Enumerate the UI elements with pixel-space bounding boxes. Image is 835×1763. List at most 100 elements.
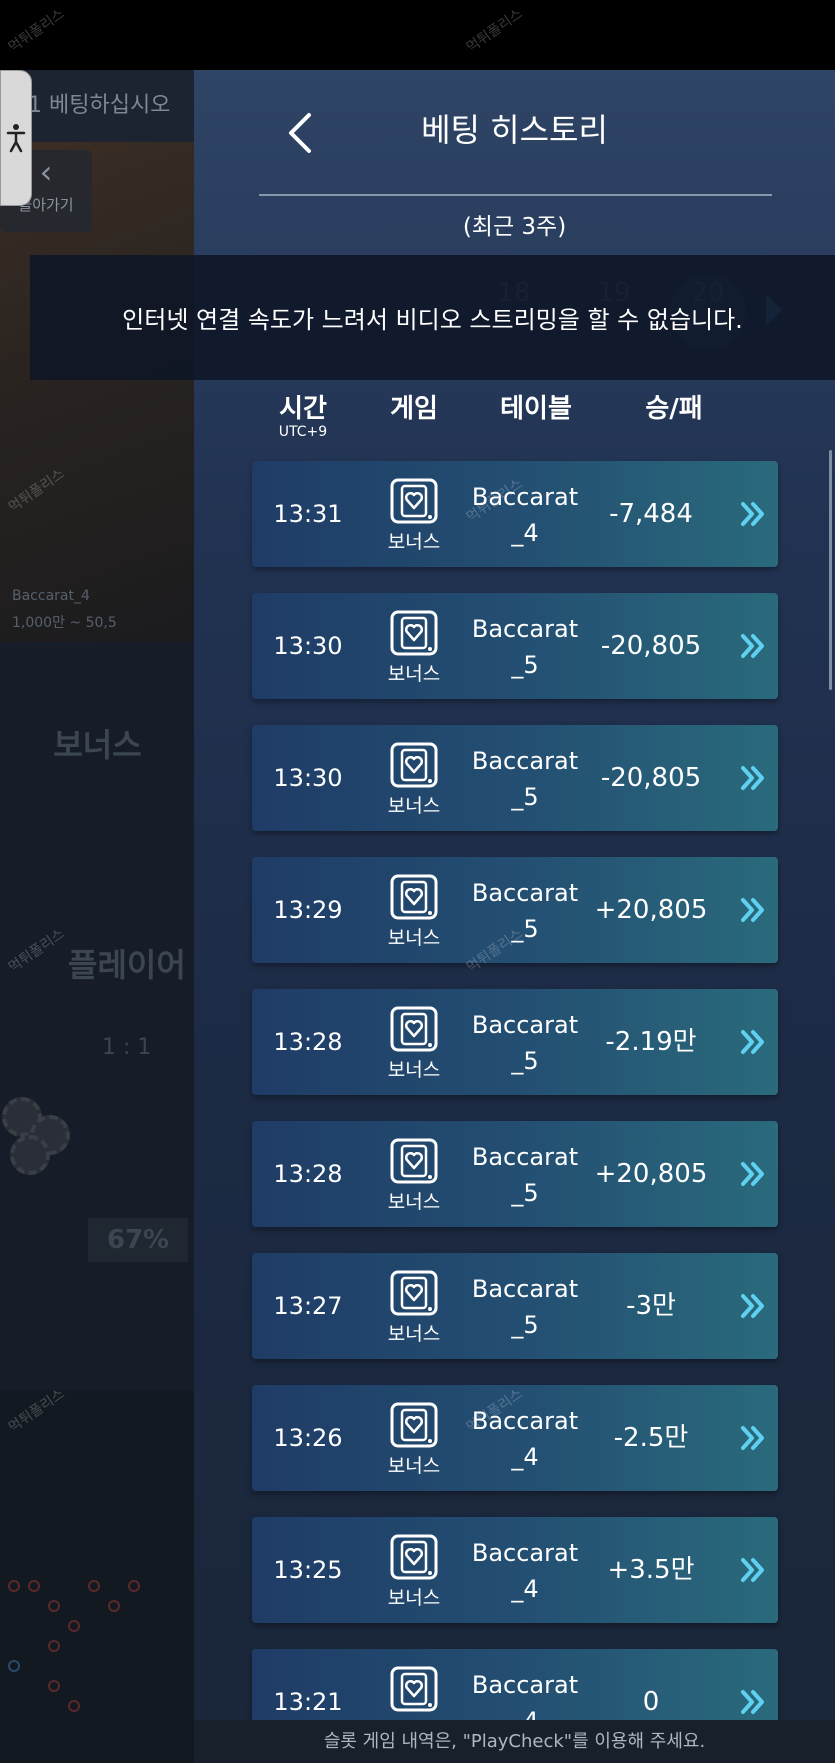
row-table: Baccarat _5 xyxy=(464,611,586,683)
scrollbar[interactable] xyxy=(829,450,832,690)
double-chevron-right-icon[interactable] xyxy=(740,633,766,659)
card-heart-icon xyxy=(390,1138,438,1184)
row-table-number: _4 xyxy=(511,1575,539,1603)
row-game-label: 보너스 xyxy=(387,1323,441,1345)
row-time: 13:28 xyxy=(273,1028,343,1056)
bet-area-player: 플레이어 xyxy=(68,946,186,984)
double-chevron-right-icon[interactable] xyxy=(740,1293,766,1319)
connection-toast: 인터넷 연결 속도가 느려서 비디오 스트리밍을 할 수 없습니다. xyxy=(30,255,835,380)
row-game-label: 보너스 xyxy=(387,663,441,685)
row-table: Baccarat _5 xyxy=(464,875,586,947)
row-time: 13:29 xyxy=(273,896,343,924)
row-result: -2.19만 xyxy=(605,1027,697,1057)
row-table-name: Baccarat xyxy=(471,615,579,643)
card-heart-icon xyxy=(390,1402,438,1448)
row-table-name: Baccarat xyxy=(471,879,579,907)
bet-area-bonus: 보너스 xyxy=(53,726,142,764)
row-time: 13:31 xyxy=(273,500,343,528)
panel-title: 베팅 히스토리 xyxy=(421,111,608,149)
row-table-number: _4 xyxy=(511,1443,539,1471)
column-time: 시간 xyxy=(279,394,327,424)
row-table-number: _5 xyxy=(511,651,539,679)
row-game-label: 보너스 xyxy=(387,1191,441,1213)
row-game-label: 보너스 xyxy=(387,927,441,949)
row-table: Baccarat _5 xyxy=(464,1139,586,1211)
row-result: -20,805 xyxy=(600,763,702,793)
row-table-number: _5 xyxy=(511,1311,539,1339)
card-heart-icon xyxy=(390,1666,438,1712)
row-result: -7,484 xyxy=(609,499,693,529)
row-game: 보너스 xyxy=(364,477,464,554)
row-table: Baccarat _5 xyxy=(464,1271,586,1343)
row-result: -20,805 xyxy=(600,631,702,661)
row-game-label: 보너스 xyxy=(387,1455,441,1477)
accessibility-tab[interactable] xyxy=(0,70,32,206)
history-row[interactable]: 13:30 보너스 Baccarat _5 -20,805 xyxy=(252,593,778,699)
bet-percent: 67% xyxy=(88,1218,188,1262)
row-result: -2.5만 xyxy=(613,1423,689,1453)
history-row[interactable]: 13:30 보너스 Baccarat _5 -20,805 xyxy=(252,725,778,831)
row-time: 13:25 xyxy=(273,1556,343,1584)
double-chevron-right-icon[interactable] xyxy=(740,1161,766,1187)
double-chevron-right-icon[interactable] xyxy=(740,765,766,791)
card-heart-icon xyxy=(390,610,438,656)
row-result: +20,805 xyxy=(594,1159,708,1189)
row-result: -3만 xyxy=(626,1291,676,1321)
row-game-label: 보너스 xyxy=(387,795,441,817)
row-table-name: Baccarat xyxy=(471,747,579,775)
history-row[interactable]: 13:28 보너스 Baccarat _5 +20,805 xyxy=(252,1121,778,1227)
row-table-number: _5 xyxy=(511,1179,539,1207)
bead-road xyxy=(0,1390,200,1763)
column-table: 테이블 xyxy=(500,394,572,424)
history-row[interactable]: 13:27 보너스 Baccarat _5 -3만 xyxy=(252,1253,778,1359)
watermark: 먹튀폴리스 xyxy=(5,5,68,56)
card-heart-icon xyxy=(390,1534,438,1580)
period-subtitle: (최근 3주) xyxy=(462,214,567,240)
row-time: 13:30 xyxy=(273,632,343,660)
row-table-name: Baccarat xyxy=(471,1539,579,1567)
row-time: 13:30 xyxy=(273,764,343,792)
double-chevron-right-icon[interactable] xyxy=(740,1557,766,1583)
row-table: Baccarat _5 xyxy=(464,743,586,815)
double-chevron-right-icon[interactable] xyxy=(740,897,766,923)
game-table-name: Baccarat_4 xyxy=(12,588,90,604)
card-heart-icon xyxy=(390,1006,438,1052)
card-heart-icon xyxy=(390,742,438,788)
row-table-number: _5 xyxy=(511,915,539,943)
accessibility-icon xyxy=(6,124,26,153)
bet-ratio: 1 : 1 xyxy=(102,1035,152,1060)
card-heart-icon xyxy=(390,874,438,920)
double-chevron-right-icon[interactable] xyxy=(740,1425,766,1451)
row-game-label: 보너스 xyxy=(387,1059,441,1081)
history-row[interactable]: 13:25 보너스 Baccarat _4 +3.5만 xyxy=(252,1517,778,1623)
double-chevron-right-icon[interactable] xyxy=(740,501,766,527)
row-time: 13:27 xyxy=(273,1292,343,1320)
row-result: +3.5만 xyxy=(607,1555,695,1585)
row-result: +20,805 xyxy=(594,895,708,925)
double-chevron-right-icon[interactable] xyxy=(740,1689,766,1715)
row-table: Baccarat _5 xyxy=(464,1007,586,1079)
card-heart-icon xyxy=(390,1270,438,1316)
row-time: 13:26 xyxy=(273,1424,343,1452)
row-game-label: 보너스 xyxy=(387,1587,441,1609)
row-table-name: Baccarat xyxy=(471,1011,579,1039)
row-table-name: Baccarat xyxy=(471,1143,579,1171)
column-time-zone: UTC+9 xyxy=(278,424,328,440)
game-table-limit: 1,000만 ~ 50,5 xyxy=(12,615,117,631)
row-game: 보너스 xyxy=(364,1137,464,1214)
double-chevron-right-icon[interactable] xyxy=(740,1029,766,1055)
row-game: 보너스 xyxy=(364,1269,464,1346)
row-game: 보너스 xyxy=(364,609,464,686)
row-table-number: _5 xyxy=(511,1047,539,1075)
history-row[interactable]: 13:28 보너스 Baccarat _5 -2.19만 xyxy=(252,989,778,1095)
row-table-number: _5 xyxy=(511,783,539,811)
column-result: 승/패 xyxy=(645,394,703,424)
toast-message: 인터넷 연결 속도가 느려서 비디오 스트리밍을 할 수 없습니다. xyxy=(122,306,743,334)
app-screen: 11 베팅하십시오 ‹ 돌아가기 Baccarat_4 1,000만 ~ 50,… xyxy=(0,0,835,1763)
row-time: 13:28 xyxy=(273,1160,343,1188)
row-table-name: Baccarat xyxy=(471,1671,579,1699)
row-table: Baccarat _4 xyxy=(464,1535,586,1607)
footer-note: 슬롯 게임 내역은, "PlayCheck"를 이용해 주세요. xyxy=(194,1720,835,1763)
row-game: 보너스 xyxy=(364,741,464,818)
row-game: 보너스 xyxy=(364,873,464,950)
